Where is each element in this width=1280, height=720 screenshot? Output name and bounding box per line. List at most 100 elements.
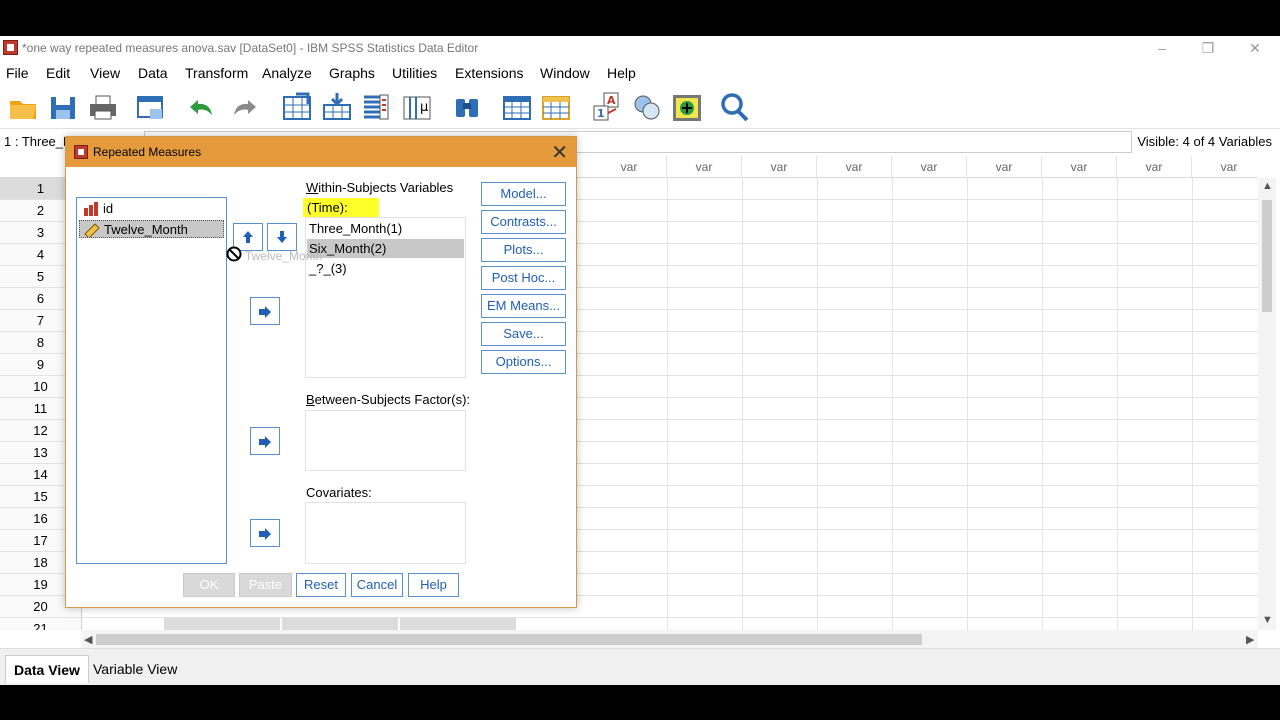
svg-text:1: 1 bbox=[597, 107, 605, 120]
arrow-right-icon bbox=[259, 528, 271, 540]
scale-variable-icon bbox=[84, 202, 98, 216]
redo-icon[interactable] bbox=[230, 91, 260, 123]
zoom-icon[interactable] bbox=[719, 91, 749, 123]
menu-transform[interactable]: Transform bbox=[185, 65, 248, 81]
grid-col-line bbox=[1042, 178, 1043, 630]
find-icon[interactable] bbox=[452, 91, 482, 123]
plots-button[interactable]: Plots... bbox=[481, 238, 566, 262]
between-subjects-label: Between-Subjects Factor(s): bbox=[306, 392, 471, 407]
scroll-down-icon[interactable]: ▼ bbox=[1262, 614, 1273, 626]
svg-text:A: A bbox=[607, 94, 616, 107]
grid-cell-shaded bbox=[164, 618, 280, 630]
variables-icon[interactable] bbox=[360, 91, 390, 123]
restore-button[interactable]: ❐ bbox=[1194, 38, 1222, 58]
scroll-up-icon[interactable]: ▲ bbox=[1262, 180, 1273, 192]
cell-reference: 1 : Three_M bbox=[4, 134, 74, 149]
source-variable-list[interactable]: id Twelve_Month bbox=[76, 197, 227, 564]
ok-button[interactable]: OK bbox=[183, 573, 235, 597]
column-header-var[interactable]: var bbox=[1117, 156, 1192, 178]
vertical-scrollbar[interactable]: ▲ ▼ bbox=[1258, 178, 1276, 630]
menu-analyze[interactable]: Analyze bbox=[262, 65, 312, 81]
cancel-button[interactable]: Cancel bbox=[351, 573, 403, 597]
arrow-right-icon bbox=[259, 306, 271, 318]
menu-graphs[interactable]: Graphs bbox=[329, 65, 375, 81]
grid-col-line bbox=[1117, 178, 1118, 630]
goto-variable-icon[interactable] bbox=[322, 91, 352, 123]
column-header-var[interactable]: var bbox=[967, 156, 1042, 178]
print-icon[interactable] bbox=[88, 91, 118, 123]
insert-variable-icon[interactable] bbox=[541, 91, 571, 123]
variable-item-id[interactable]: id bbox=[79, 200, 224, 218]
minimize-button[interactable]: – bbox=[1148, 38, 1176, 58]
paste-button[interactable]: Paste bbox=[239, 573, 292, 597]
svg-text:μ: μ bbox=[420, 100, 428, 115]
column-header-var[interactable]: var bbox=[892, 156, 967, 178]
column-header-var[interactable]: var bbox=[1192, 156, 1258, 178]
open-icon[interactable] bbox=[8, 91, 38, 123]
arrow-up-icon bbox=[243, 231, 253, 243]
covariates-label: Covariates: bbox=[306, 485, 372, 500]
insert-cases-icon[interactable] bbox=[502, 91, 532, 123]
visible-variables-count: Visible: 4 of 4 Variables bbox=[1137, 134, 1272, 149]
contrasts-button[interactable]: Contrasts... bbox=[481, 210, 566, 234]
move-to-within-button[interactable] bbox=[250, 297, 280, 325]
save-icon[interactable] bbox=[48, 91, 78, 123]
model-button[interactable]: Model... bbox=[481, 182, 566, 206]
column-header-var[interactable]: var bbox=[667, 156, 742, 178]
arrow-down-icon bbox=[277, 231, 287, 243]
tab-data-view[interactable]: Data View bbox=[5, 655, 89, 683]
close-window-button[interactable]: ✕ bbox=[1241, 38, 1269, 58]
menu-data[interactable]: Data bbox=[138, 65, 168, 81]
move-down-button[interactable] bbox=[267, 223, 297, 251]
weight-cases-icon[interactable] bbox=[632, 91, 662, 123]
column-header-var[interactable]: var bbox=[742, 156, 817, 178]
dialog-recall-icon[interactable] bbox=[136, 91, 166, 123]
menu-edit[interactable]: Edit bbox=[46, 65, 70, 81]
vertical-scroll-thumb[interactable] bbox=[1262, 200, 1272, 312]
view-tabs: Data View Variable View bbox=[0, 648, 1280, 685]
arrow-right-icon bbox=[259, 436, 271, 448]
within-item[interactable]: Six_Month(2) bbox=[307, 239, 464, 258]
scroll-right-icon[interactable]: ▶ bbox=[1246, 633, 1254, 646]
grid-col-line bbox=[1192, 178, 1193, 630]
horizontal-scroll-thumb[interactable] bbox=[96, 634, 922, 645]
row-header[interactable]: 21 bbox=[0, 618, 82, 630]
tab-variable-view[interactable]: Variable View bbox=[85, 655, 185, 683]
column-header-var[interactable]: var bbox=[592, 156, 667, 178]
options-button[interactable]: Options... bbox=[481, 350, 566, 374]
save-button[interactable]: Save... bbox=[481, 322, 566, 346]
dialog-close-button[interactable]: ✕ bbox=[551, 140, 568, 165]
within-item[interactable]: _?_(3) bbox=[307, 259, 464, 278]
goto-case-icon[interactable] bbox=[282, 91, 312, 123]
reset-button[interactable]: Reset bbox=[296, 573, 346, 597]
grid-col-line bbox=[742, 178, 743, 630]
em-means-button[interactable]: EM Means... bbox=[481, 294, 566, 318]
variable-item-twelve-month[interactable]: Twelve_Month bbox=[79, 220, 224, 238]
between-subjects-list[interactable] bbox=[305, 410, 466, 471]
select-cases-icon[interactable] bbox=[672, 91, 702, 123]
no-drop-cursor-icon bbox=[226, 246, 242, 262]
menu-window[interactable]: Window bbox=[540, 65, 590, 81]
column-header-var[interactable]: var bbox=[1042, 156, 1117, 178]
menu-help[interactable]: Help bbox=[607, 65, 636, 81]
scroll-left-icon[interactable]: ◀ bbox=[84, 633, 92, 646]
grid-col-line bbox=[667, 178, 668, 630]
move-to-between-button[interactable] bbox=[250, 427, 280, 455]
dialog-app-icon bbox=[74, 145, 88, 159]
menu-view[interactable]: View bbox=[90, 65, 120, 81]
grid-cell-shaded bbox=[282, 618, 398, 630]
column-header-var[interactable]: var bbox=[817, 156, 892, 178]
move-to-covariates-button[interactable] bbox=[250, 519, 280, 547]
menu-utilities[interactable]: Utilities bbox=[392, 65, 437, 81]
covariates-list[interactable] bbox=[305, 502, 466, 564]
undo-icon[interactable] bbox=[186, 91, 216, 123]
drag-ghost-label: Twelve_Month bbox=[245, 249, 323, 263]
post-hoc-button[interactable]: Post Hoc... bbox=[481, 266, 566, 290]
menu-extensions[interactable]: Extensions bbox=[455, 65, 523, 81]
run-descriptive-icon[interactable]: μ bbox=[402, 91, 432, 123]
menu-file[interactable]: File bbox=[6, 65, 29, 81]
within-item[interactable]: Three_Month(1) bbox=[307, 219, 464, 238]
split-file-icon[interactable]: A1 bbox=[592, 91, 622, 123]
horizontal-scrollbar[interactable]: ◀ ▶ bbox=[82, 630, 1258, 648]
help-button[interactable]: Help bbox=[408, 573, 459, 597]
